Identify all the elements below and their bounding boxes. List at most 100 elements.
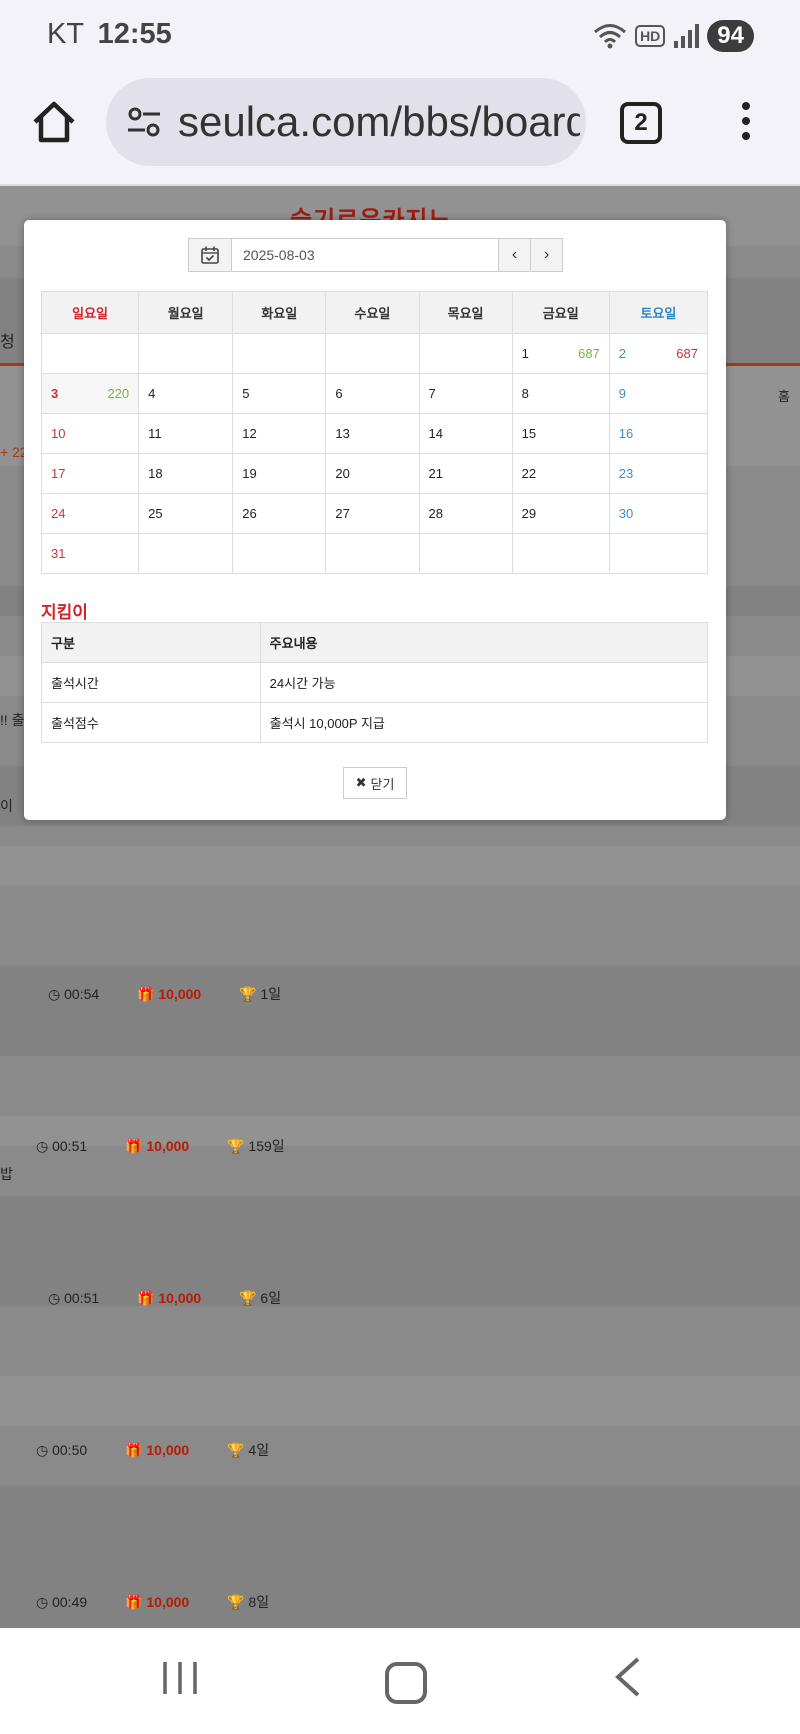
gift-icon: 🎁 — [125, 1442, 147, 1458]
calendar-day-cell[interactable]: 30 — [608, 493, 709, 534]
edge-text: 청 — [0, 334, 15, 351]
list-item[interactable]: ◷ 00:51 🎁 10,000 🏆 159일 — [36, 1136, 285, 1156]
day-number: 3 — [51, 386, 59, 401]
calendar-day-cell[interactable]: 22 — [511, 453, 610, 494]
day-number: 21 — [428, 466, 443, 481]
calendar-day-cell[interactable]: 17 — [40, 453, 140, 494]
close-button-label: 닫기 — [370, 776, 395, 792]
calendar-day-cell[interactable]: 23 — [608, 453, 709, 494]
date-input[interactable] — [232, 239, 499, 271]
calendar-day-cell[interactable]: 29 — [511, 493, 610, 534]
info-label: 출석점수 — [41, 702, 261, 743]
calendar-day-cell[interactable]: 5 — [232, 373, 327, 414]
day-number: 23 — [618, 466, 634, 481]
calendar-day-cell[interactable]: 14 — [418, 413, 513, 454]
day-number: 26 — [242, 506, 257, 521]
day-number: 18 — [148, 466, 163, 481]
calendar-day-cell[interactable]: 27 — [325, 493, 420, 534]
calendar-day-cell[interactable]: 24 — [40, 493, 140, 534]
wifi-icon — [594, 24, 627, 49]
calendar-day-cell[interactable]: 10 — [40, 413, 140, 454]
url-text[interactable]: seulca.com/bbs/board — [178, 98, 580, 146]
hd-voice-icon: HD — [635, 25, 666, 47]
calendar-week-row: 31 — [40, 533, 709, 574]
calendar-day-cell[interactable]: 18 — [138, 453, 234, 494]
weekday-mon: 월요일 — [138, 291, 234, 334]
home-nav-icon[interactable] — [385, 1662, 427, 1704]
chevron-right-icon: › — [543, 246, 550, 263]
calendar-day-cell[interactable]: 2 687 — [608, 333, 709, 374]
weekday-sun: 일요일 — [40, 291, 140, 334]
weekday-fri: 금요일 — [511, 291, 610, 334]
status-bar: KT 12:55 HD 94 — [0, 0, 800, 70]
recent-apps-icon[interactable] — [162, 1660, 198, 1696]
day-number: 13 — [335, 426, 350, 441]
calendar-empty-cell — [325, 533, 420, 574]
calendar-week-row: 24 25 26 27 28 29 30 — [40, 493, 709, 534]
calendar-day-cell[interactable]: 1 687 — [511, 333, 610, 374]
calendar-icon[interactable] — [189, 239, 232, 271]
list-item[interactable]: ◷ 00:51 🎁 10,000 🏆 6일 — [48, 1288, 281, 1308]
prev-month-button[interactable]: ‹ — [499, 239, 530, 271]
calendar-day-cell[interactable]: 11 — [138, 413, 234, 454]
close-button[interactable]: ✖ 닫기 — [343, 767, 407, 799]
calendar-day-cell[interactable]: 16 — [608, 413, 709, 454]
attendance-count: 220 — [107, 386, 130, 401]
calendar-day-cell[interactable]: 28 — [418, 493, 513, 534]
calendar-empty-cell — [418, 533, 513, 574]
clock-icon: ◷ — [48, 1290, 65, 1306]
attendance-count: 687 — [578, 346, 600, 361]
calendar-day-cell[interactable]: 8 — [511, 373, 610, 414]
next-month-button[interactable]: › — [530, 239, 562, 271]
calendar-week-row: 3 220 4 5 6 7 8 9 — [40, 373, 709, 414]
day-number: 7 — [428, 386, 436, 401]
calendar-day-cell[interactable]: 26 — [232, 493, 327, 534]
day-number: 10 — [51, 426, 66, 441]
calendar-day-cell[interactable]: 12 — [232, 413, 327, 454]
more-menu-icon[interactable] — [736, 102, 756, 150]
list-item[interactable]: ◷ 00:49 🎁 10,000 🏆 8일 — [36, 1592, 269, 1612]
calendar-day-cell[interactable]: 25 — [138, 493, 234, 534]
trophy-icon: 🏆 — [239, 1290, 261, 1306]
calendar-day-cell[interactable]: 20 — [325, 453, 420, 494]
calendar-day-cell[interactable]: 4 — [138, 373, 234, 414]
date-picker: ‹ › — [188, 238, 563, 272]
edge-text: 이 — [0, 798, 13, 814]
info-value: 출석시 10,000P 지급 — [259, 702, 709, 743]
weekday-header-row: 일요일 월요일 화요일 수요일 목요일 금요일 토요일 — [40, 291, 709, 334]
home-icon[interactable] — [30, 98, 78, 146]
gift-icon: 🎁 — [125, 1138, 147, 1154]
calendar-day-cell[interactable]: 15 — [511, 413, 610, 454]
gift-icon: 🎁 — [137, 986, 159, 1002]
day-number: 4 — [148, 386, 156, 401]
day-number: 19 — [242, 466, 257, 481]
day-number: 9 — [618, 386, 627, 401]
gift-icon: 🎁 — [125, 1594, 147, 1610]
clock-icon: ◷ — [48, 986, 65, 1002]
weekday-tue: 화요일 — [232, 291, 327, 334]
status-carrier-time: KT 12:55 — [47, 18, 172, 51]
site-settings-icon[interactable] — [126, 104, 162, 140]
calendar-day-cell[interactable]: 6 — [325, 373, 420, 414]
attendance-count: 687 — [676, 346, 698, 361]
list-item[interactable]: ◷ 00:50 🎁 10,000 🏆 4일 — [36, 1440, 269, 1460]
calendar-day-cell[interactable]: 9 — [608, 373, 709, 414]
calendar-day-cell[interactable]: 13 — [325, 413, 420, 454]
calendar-day-cell[interactable]: 3 220 — [40, 373, 140, 414]
day-number: 14 — [428, 426, 443, 441]
address-bar[interactable]: seulca.com/bbs/board — [106, 78, 586, 166]
gift-icon: 🎁 — [137, 1290, 159, 1306]
trophy-icon: 🏆 — [227, 1594, 249, 1610]
calendar-day-cell[interactable]: 19 — [232, 453, 327, 494]
calendar-day-cell[interactable]: 21 — [418, 453, 513, 494]
calendar-day-cell[interactable]: 31 — [40, 533, 140, 574]
back-icon[interactable] — [612, 1656, 642, 1698]
calendar-empty-cell — [232, 333, 327, 374]
list-item[interactable]: ◷ 00:54 🎁 10,000 🏆 1일 — [48, 984, 281, 1004]
day-number: 25 — [148, 506, 163, 521]
tab-switcher-button[interactable]: 2 — [620, 102, 662, 144]
calendar-day-cell[interactable]: 7 — [418, 373, 513, 414]
day-number: 11 — [148, 426, 162, 441]
close-icon: ✖ — [355, 775, 367, 790]
weekday-sat: 토요일 — [608, 291, 709, 334]
